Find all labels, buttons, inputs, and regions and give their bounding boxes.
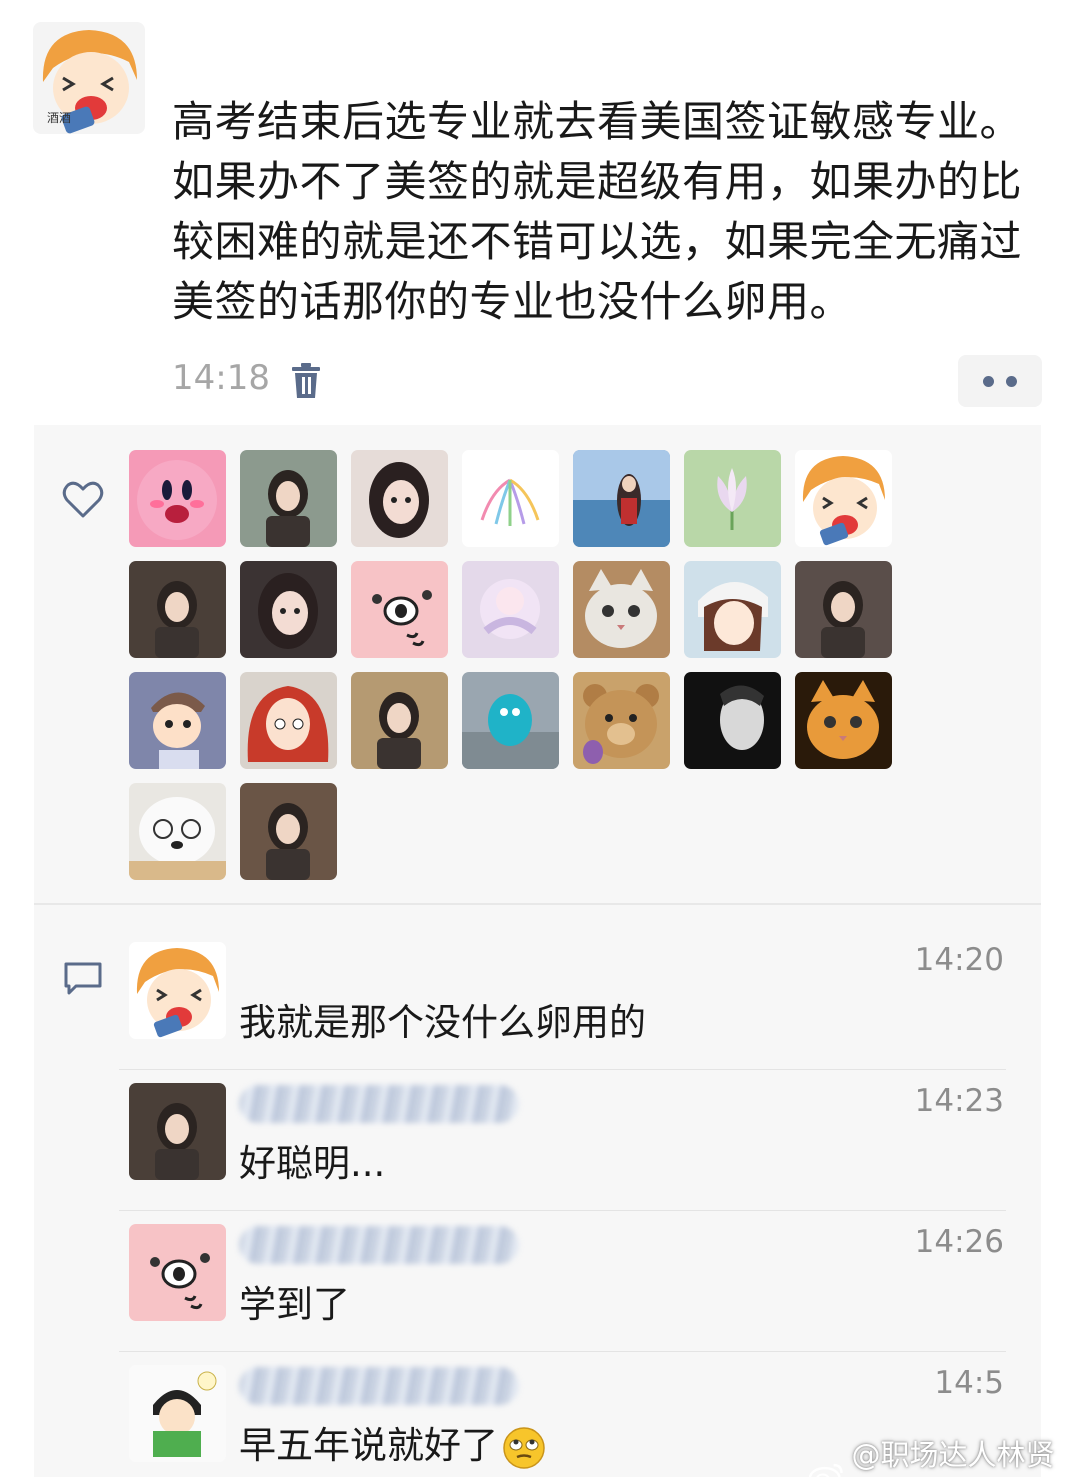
kirby-avatar-icon (129, 450, 226, 547)
red-hair-avatar-icon (240, 672, 337, 769)
toy-avatar-icon (462, 672, 559, 769)
liker-avatar[interactable] (795, 672, 892, 769)
anime-girl-avatar-icon (684, 561, 781, 658)
liker-avatar[interactable] (240, 561, 337, 658)
cartoon-girl-avatar-icon: 酒酒 (33, 22, 145, 134)
photo-avatar-icon (240, 450, 337, 547)
girl-photo-avatar-icon (351, 450, 448, 547)
comment-divider (119, 1351, 1006, 1352)
commenter-name-redacted (239, 1226, 519, 1264)
comment-text-content: 早五年说就好了 (239, 1424, 498, 1467)
commenter-name-redacted (239, 1085, 519, 1123)
cat-avatar-icon (573, 561, 670, 658)
lotus-avatar-icon (684, 450, 781, 547)
seaside-photo-avatar-icon (573, 450, 670, 547)
comment-text: 学到了 (239, 1274, 350, 1328)
pig-avatar-icon (129, 1224, 226, 1321)
photo-avatar-icon (795, 561, 892, 658)
comment-divider (119, 1210, 1006, 1211)
trash-icon[interactable] (290, 362, 322, 400)
liker-avatar[interactable] (240, 783, 337, 880)
reading-girl-avatar-icon (129, 1365, 226, 1462)
comment-text: 好聪明... (239, 1133, 385, 1187)
svg-text:酒酒: 酒酒 (47, 111, 71, 125)
liker-avatar[interactable] (795, 561, 892, 658)
more-dots-icon (983, 375, 994, 387)
commenter-avatar[interactable] (129, 1083, 226, 1180)
comment-divider (119, 1069, 1006, 1070)
comment-icon (64, 962, 102, 995)
post-time: 14:18 (172, 358, 270, 398)
comment-time: 14:20 (914, 942, 1004, 978)
liker-avatar[interactable] (462, 672, 559, 769)
commenter-avatar[interactable] (129, 942, 226, 1039)
liker-avatar[interactable] (573, 450, 670, 547)
post-text: 高考结束后选专业就去看美国签证敏感专业。如果办不了美签的就是超级有用，如果办的比… (172, 97, 1023, 326)
weibo-icon (808, 1463, 843, 1477)
liker-avatar[interactable] (462, 561, 559, 658)
liker-avatar[interactable] (795, 450, 892, 547)
watermark: @职场达人林贤风 (808, 1432, 1080, 1477)
liker-avatar[interactable] (129, 672, 226, 769)
comment-time: 14:26 (914, 1224, 1004, 1260)
divider (34, 903, 1041, 905)
cartoon-girl-avatar-icon (129, 942, 226, 1039)
girl-photo-avatar-icon (240, 561, 337, 658)
orange-cat-avatar-icon (795, 672, 892, 769)
liker-avatar[interactable] (573, 672, 670, 769)
comment-item[interactable]: 14:23 好聪明... (129, 1083, 1014, 1224)
fireworks-avatar-icon (462, 450, 559, 547)
commenter-name-redacted (239, 1367, 519, 1405)
commenter-avatar[interactable] (129, 1365, 226, 1462)
more-button[interactable] (958, 355, 1042, 407)
bw-photo-avatar-icon (684, 672, 781, 769)
liker-avatar[interactable] (240, 450, 337, 547)
photo-avatar-icon (351, 672, 448, 769)
comment-time: 14:23 (914, 1083, 1004, 1119)
liker-avatar[interactable] (129, 783, 226, 880)
liker-avatar[interactable] (573, 561, 670, 658)
photo-avatar-icon (240, 783, 337, 880)
liker-avatar[interactable] (684, 561, 781, 658)
commenter-avatar[interactable] (129, 1224, 226, 1321)
comment-time: 14:5 (934, 1365, 1004, 1401)
liker-avatar[interactable] (240, 672, 337, 769)
comment-text: 早五年说就好了 (239, 1415, 546, 1470)
photo-avatar-icon (129, 1083, 226, 1180)
photo-avatar-icon (129, 561, 226, 658)
watermark-text: @职场达人林贤风 (851, 1438, 1055, 1472)
liker-avatar[interactable] (684, 450, 781, 547)
comment-text: 我就是那个没什么卵用的 (239, 992, 646, 1046)
comment-item[interactable]: 14:26 学到了 (129, 1224, 1014, 1365)
liker-avatar[interactable] (462, 450, 559, 547)
liker-avatar[interactable] (129, 450, 226, 547)
dog-avatar-icon (129, 783, 226, 880)
comment-text-content: 好聪明... (239, 1142, 386, 1185)
anime-avatar-icon (462, 561, 559, 658)
eye-roll-emoji-icon (503, 1426, 545, 1469)
bear-avatar-icon (573, 672, 670, 769)
author-avatar[interactable]: 酒酒 (33, 22, 145, 134)
liker-avatar[interactable] (351, 450, 448, 547)
comment-text-content: 我就是那个没什么卵用的 (239, 1001, 646, 1044)
liker-avatar[interactable] (351, 672, 448, 769)
liker-avatar[interactable] (351, 561, 448, 658)
pig-avatar-icon (351, 561, 448, 658)
liker-avatar[interactable] (129, 561, 226, 658)
comment-item[interactable]: 14:20 我就是那个没什么卵用的 (129, 942, 1014, 1083)
comment-text-content: 学到了 (239, 1283, 350, 1326)
cartoon-boy-avatar-icon (129, 672, 226, 769)
heart-icon (62, 481, 104, 518)
cartoon-girl-avatar-icon (795, 450, 892, 547)
liker-avatar[interactable] (684, 672, 781, 769)
